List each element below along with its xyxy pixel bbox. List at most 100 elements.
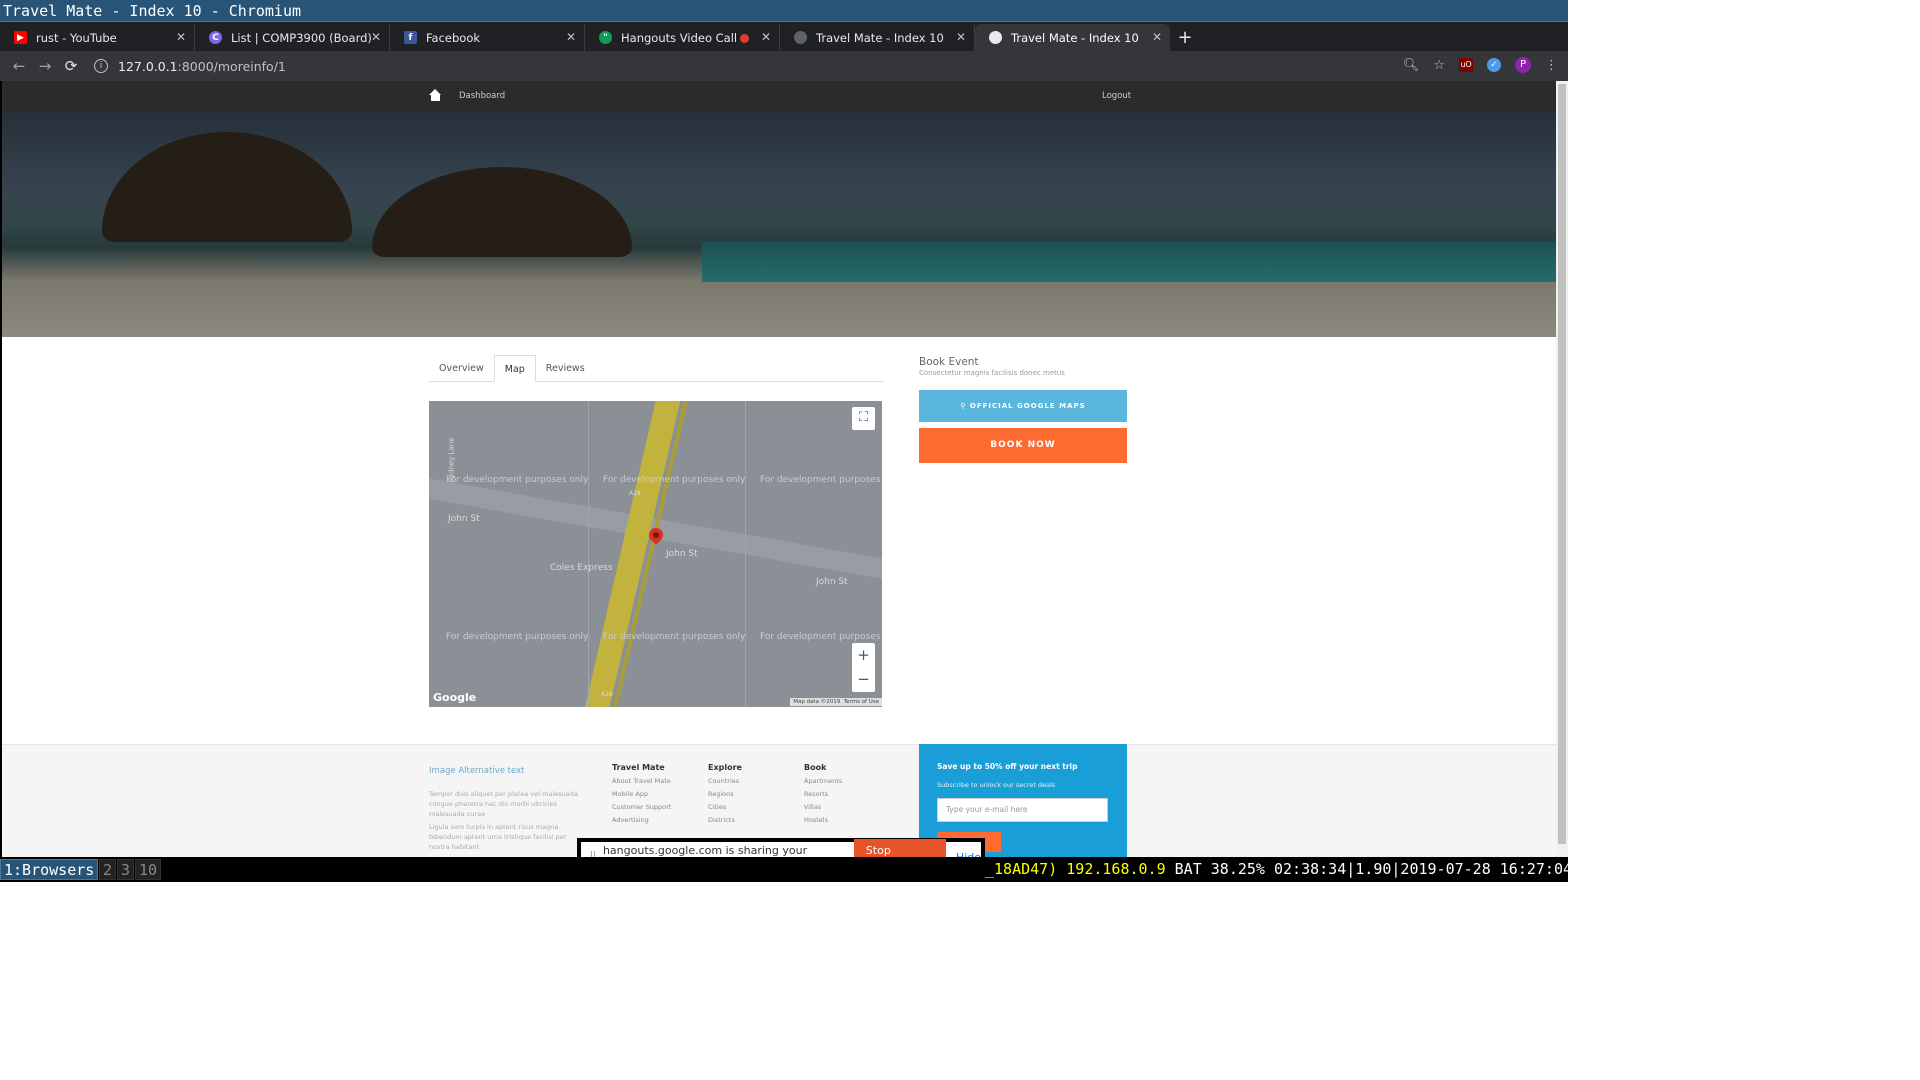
street-label: John St: [666, 549, 698, 559]
footer-link[interactable]: Villas: [804, 803, 842, 816]
poi-label: Coles Express: [550, 563, 613, 573]
book-now-button[interactable]: BOOK NOW: [919, 428, 1127, 463]
globe-icon: [794, 31, 807, 44]
map-dev-notice: For development purposes only: [760, 475, 882, 485]
promo-title: Save up to 50% off your next trip: [937, 762, 1078, 771]
extension-icon[interactable]: ✓: [1487, 58, 1501, 72]
street-label: John St: [816, 577, 848, 587]
address-bar[interactable]: i 127.0.0.1:8000/moreinfo/1: [94, 54, 1394, 78]
footer-link[interactable]: Regions: [708, 790, 742, 803]
footer-image-alt: Image Alternative text: [429, 766, 525, 776]
map-dev-notice: For development purposes only: [603, 632, 746, 642]
workspace-button[interactable]: 2: [99, 859, 117, 880]
browser-tab[interactable]: Travel Mate - Index 10 ✕: [780, 24, 975, 51]
map-pin-icon: ⚲: [960, 402, 970, 410]
footer-column: Explore Countries Regions Cities Distric…: [708, 763, 742, 829]
footer-link[interactable]: Resorts: [804, 790, 842, 803]
workspace-button[interactable]: 1:Browsers: [0, 859, 99, 880]
nav-dashboard-link[interactable]: Dashboard: [459, 91, 505, 101]
browser-tab[interactable]: ▶ rust - YouTube ✕: [0, 24, 195, 51]
zoom-in-button[interactable]: +: [852, 643, 875, 667]
browser-tab[interactable]: " Hangouts Video Call ✕: [585, 24, 780, 51]
tab-title: List | COMP3900 (Board): [231, 30, 372, 45]
tab-title: Travel Mate - Index 10: [1011, 30, 1139, 45]
info-icon[interactable]: i: [94, 59, 108, 73]
close-icon[interactable]: ✕: [761, 30, 771, 44]
street-label: John St: [448, 514, 480, 524]
footer-link[interactable]: Cities: [708, 803, 742, 816]
book-event-title: Book Event: [919, 356, 979, 368]
workspace-button[interactable]: 10: [135, 859, 162, 880]
new-tab-button[interactable]: +: [1170, 24, 1200, 51]
tab-map[interactable]: Map: [493, 355, 536, 382]
site-navbar: Dashboard Logout: [2, 81, 1556, 112]
tab-title: Travel Mate - Index 10: [816, 30, 944, 45]
footer-link[interactable]: Countries: [708, 777, 742, 790]
footer-column-title: Explore: [708, 763, 742, 772]
forward-arrow-icon[interactable]: →: [32, 57, 58, 75]
nav-logout-link[interactable]: Logout: [1102, 91, 1131, 101]
footer-link[interactable]: Customer Support: [612, 803, 671, 816]
road-shield-label: A28: [601, 691, 613, 698]
i3-status-bar: 1:Browsers 2 3 10 _18AD47) 192.168.0.9 B…: [0, 857, 1572, 882]
tab-title: rust - YouTube: [36, 30, 117, 45]
footer-link[interactable]: Districts: [708, 816, 742, 829]
status-line: _18AD47) 192.168.0.9 BAT 38.25% 02:38:34…: [985, 857, 1572, 882]
map-terms-link[interactable]: Terms of Use: [844, 699, 879, 705]
tab-overview[interactable]: Overview: [429, 355, 494, 382]
workspace-button[interactable]: 3: [117, 859, 135, 880]
map-dev-notice: For development purposes only: [760, 632, 882, 642]
page-viewport: Dashboard Logout Overview Map Reviews Fo…: [0, 81, 1556, 857]
globe-icon: [989, 31, 1002, 44]
url-host: 127.0.0.1: [118, 58, 178, 74]
footer-column-title: Book: [804, 763, 827, 772]
reload-icon[interactable]: ⟳: [58, 57, 84, 75]
menu-kebab-icon[interactable]: ⋮: [1545, 58, 1558, 73]
hero-image: [2, 112, 1556, 337]
google-logo[interactable]: Google: [433, 691, 476, 704]
footer-link[interactable]: Mobile App: [612, 790, 671, 803]
page-scrollbar[interactable]: [1556, 81, 1568, 857]
google-map[interactable]: For development purposes only For develo…: [429, 401, 882, 707]
bookmark-star-icon[interactable]: ☆: [1433, 58, 1445, 73]
map-dev-notice: For development purposes only: [446, 632, 589, 642]
book-event-subtitle: Consectetur magnis facilisis donec metus: [919, 369, 1065, 377]
footer-column: Book Apartments Resorts Villas Hostels: [804, 763, 842, 829]
official-google-maps-button[interactable]: ⚲ OFFICIAL GOOGLE MAPS: [919, 390, 1127, 422]
close-icon[interactable]: ✕: [566, 30, 576, 44]
button-label: OFFICIAL GOOGLE MAPS: [969, 402, 1086, 410]
close-icon[interactable]: ✕: [1152, 30, 1162, 44]
tab-reviews[interactable]: Reviews: [536, 355, 595, 382]
street-label: Sydney Lane: [447, 437, 456, 483]
promo-subtitle: Subscribe to unlock our secret deals: [937, 781, 1056, 789]
email-field[interactable]: Type your e-mail here: [937, 798, 1108, 822]
map-dev-notice: For development purposes only: [446, 475, 589, 485]
back-arrow-icon[interactable]: ←: [6, 57, 32, 75]
browser-tab[interactable]: C List | COMP3900 (Board) ✕: [195, 24, 390, 51]
close-icon[interactable]: ✕: [176, 30, 186, 44]
footer-link[interactable]: About Travel Mate: [612, 777, 671, 790]
scrollbar-thumb[interactable]: [1558, 84, 1566, 844]
close-icon[interactable]: ✕: [371, 30, 381, 44]
home-icon[interactable]: [429, 89, 442, 102]
tab-title: Facebook: [426, 30, 481, 45]
status-network: _18AD47) 192.168.0.9: [985, 860, 1166, 878]
footer-link[interactable]: Hostels: [804, 816, 842, 829]
zoom-control: + −: [852, 643, 875, 692]
content-tabs: Overview Map Reviews: [429, 355, 884, 382]
browser-tab-active[interactable]: Travel Mate - Index 10 ✕: [975, 24, 1170, 51]
map-dev-notice: For development purposes only: [603, 475, 746, 485]
profile-avatar[interactable]: P: [1515, 57, 1531, 73]
zoom-out-button[interactable]: −: [852, 667, 875, 691]
browser-tab[interactable]: f Facebook ✕: [390, 24, 585, 51]
tab-title: Hangouts Video Call: [621, 30, 738, 45]
fullscreen-icon[interactable]: ⛶: [852, 407, 875, 430]
footer-link[interactable]: Apartments: [804, 777, 842, 790]
footer-link[interactable]: Advertising: [612, 816, 671, 829]
close-icon[interactable]: ✕: [956, 30, 966, 44]
map-attribution: Map data ©2019 Terms of Use: [790, 698, 882, 706]
ublock-icon[interactable]: uO: [1459, 58, 1473, 72]
footer-column: Travel Mate About Travel Mate Mobile App…: [612, 763, 671, 829]
youtube-icon: ▶: [14, 31, 27, 44]
zoom-icon[interactable]: 🔍︎: [1403, 58, 1420, 73]
